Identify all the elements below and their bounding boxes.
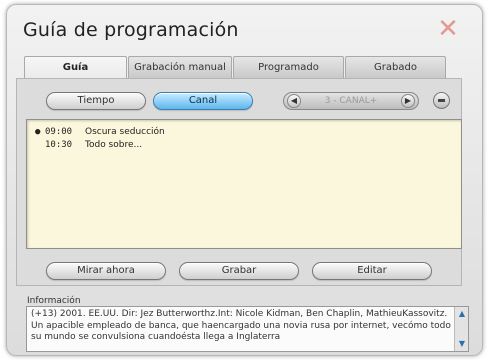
program-title: Oscura seducción: [85, 127, 165, 137]
editar-button[interactable]: Editar: [312, 262, 432, 280]
grabar-button[interactable]: Grabar: [179, 262, 299, 280]
program-title: Todo sobre...: [85, 140, 143, 150]
list-item[interactable]: ● 09:00 Oscura seducción: [35, 126, 165, 138]
list-item[interactable]: 10:30 Todo sobre...: [35, 139, 142, 151]
mirar-ahora-button[interactable]: Mirar ahora: [46, 262, 166, 280]
window-title: Guía de programación: [23, 19, 239, 41]
info-scrollbar[interactable]: ▲ ▼: [454, 307, 468, 351]
channel-next-icon[interactable]: ▶: [401, 94, 415, 108]
close-icon[interactable]: ✕: [436, 16, 460, 42]
tiempo-button[interactable]: Tiempo: [46, 92, 146, 110]
stop-icon[interactable]: [433, 92, 450, 109]
info-box: (+13) 2001. EE.UU. Dir: Jez Butterworthz…: [26, 306, 469, 352]
selected-bullet-icon: ●: [35, 127, 41, 137]
tab-grabado[interactable]: Grabado: [345, 56, 446, 78]
stop-bar: [438, 99, 445, 102]
channel-prev-icon[interactable]: ◀: [287, 94, 301, 108]
channel-selector: ◀ 3 - CANAL+ ▶: [283, 92, 419, 110]
program-time: 10:30: [45, 140, 73, 150]
canal-button[interactable]: Canal: [153, 92, 253, 110]
info-label: Información: [27, 296, 81, 306]
tab-bar: Guía Grabación manual Programado Grabado: [24, 56, 447, 78]
scroll-down-icon[interactable]: ▼: [457, 339, 467, 349]
program-list[interactable]: ● 09:00 Oscura seducción 10:30 Todo sobre..…: [26, 119, 462, 249]
channel-label: 3 - CANAL+: [324, 96, 378, 106]
tab-guia[interactable]: Guía: [24, 56, 127, 78]
info-text: (+13) 2001. EE.UU. Dir: Jez Butterworthz…: [31, 309, 451, 342]
tab-grabacion-manual[interactable]: Grabación manual: [128, 56, 232, 78]
program-time: 09:00: [45, 127, 73, 137]
tab-programado[interactable]: Programado: [233, 56, 344, 78]
scroll-up-icon[interactable]: ▲: [457, 309, 467, 319]
